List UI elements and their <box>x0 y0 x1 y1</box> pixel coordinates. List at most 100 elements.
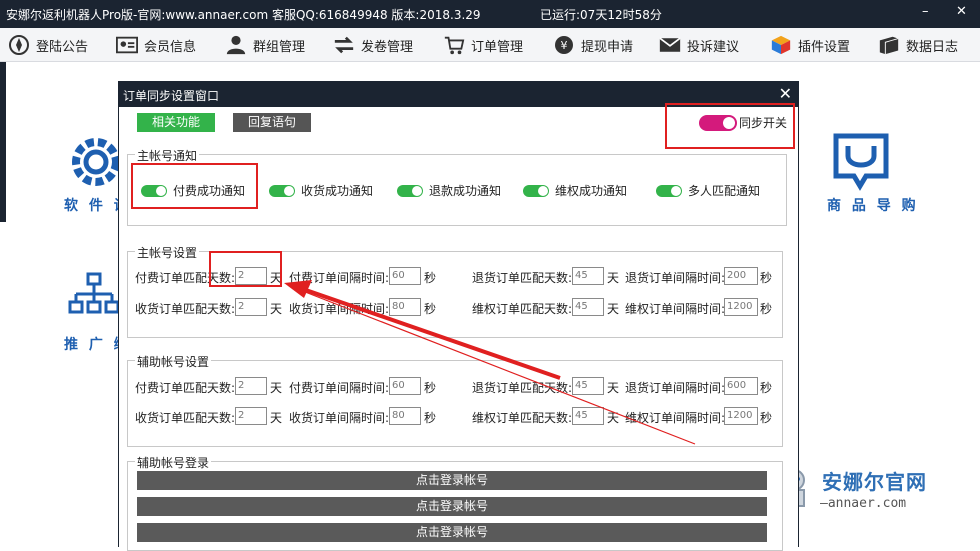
main-return-interval-label: 退货订单间隔时间: <box>625 271 726 285</box>
notify-rights-toggle[interactable] <box>523 184 549 197</box>
menu-label: 发卷管理 <box>361 39 414 55</box>
menu-label: 群组管理 <box>253 39 306 55</box>
main-rights-days-label: 维权订单匹配天数: <box>472 302 573 316</box>
unit-second: 秒 <box>424 302 437 316</box>
main-received-interval-label: 收货订单间隔时间: <box>289 302 390 316</box>
menu-withdraw[interactable]: ¥ 提现申请 <box>553 28 633 62</box>
main-rights-interval-input[interactable]: 1200 <box>724 298 758 316</box>
unit-day: 天 <box>607 411 620 425</box>
notify-multi-match[interactable]: 多人匹配通知 <box>656 182 760 199</box>
notify-refund-toggle[interactable] <box>397 184 423 197</box>
plugin-cube-icon <box>770 34 792 56</box>
menu-order-manage[interactable]: 订单管理 <box>443 28 523 62</box>
runtime-text: 已运行:07天12时58分 <box>540 8 662 22</box>
menu-member-info[interactable]: 会员信息 <box>116 28 196 62</box>
shopping-guide-label: 商 品 导 购 <box>827 198 919 214</box>
aux-login-button-3[interactable]: 点击登录帐号 <box>137 523 767 542</box>
aux-rights-days-input[interactable]: 45 <box>572 407 604 425</box>
unit-second: 秒 <box>424 381 437 395</box>
settings-gear-icon[interactable] <box>66 132 126 195</box>
dialog-title: 订单同步设置窗口 <box>123 89 220 103</box>
aux-return-days-input[interactable]: 45 <box>572 377 604 395</box>
menu-complaint[interactable]: 投诉建议 <box>659 28 739 62</box>
aux-return-interval-input[interactable]: 600 <box>724 377 758 395</box>
login-notice-icon <box>8 34 30 56</box>
app-title: 安娜尔返利机器人Pro版-官网:www.annaer.com 客服QQ:6168… <box>6 8 481 22</box>
notify-refund-success[interactable]: 退款成功通知 <box>397 182 501 199</box>
notify-label: 多人匹配通知 <box>688 184 761 198</box>
minimize-button[interactable]: – <box>922 4 929 19</box>
main-rights-days-input[interactable]: 45 <box>572 298 604 316</box>
unit-second: 秒 <box>424 271 437 285</box>
notify-received-toggle[interactable] <box>269 184 295 197</box>
dialog-close-button[interactable]: ✕ <box>779 84 792 103</box>
svg-text:¥: ¥ <box>561 39 568 52</box>
aux-received-days-label: 收货订单匹配天数: <box>135 411 236 425</box>
group-users-icon <box>225 34 247 56</box>
aux-login-button-1[interactable]: 点击登录帐号 <box>137 471 767 490</box>
watermark-url: —annaer.com <box>820 496 907 511</box>
main-settings-legend: 主帐号设置 <box>135 244 200 261</box>
annaer-watermark: 安娜尔官网 —annaer.com <box>770 462 970 522</box>
menu-login-notice[interactable]: 登陆公告 <box>8 28 88 62</box>
aux-login-legend: 辅助帐号登录 <box>135 454 212 471</box>
unit-day: 天 <box>270 381 283 395</box>
unit-day: 天 <box>270 411 283 425</box>
main-received-interval-input[interactable]: 80 <box>389 298 421 316</box>
notify-label: 收货成功通知 <box>301 184 374 198</box>
aux-rights-interval-label: 维权订单间隔时间: <box>625 411 726 425</box>
mail-icon <box>659 34 681 56</box>
main-return-interval-input[interactable]: 200 <box>724 267 758 285</box>
cart-icon <box>443 34 465 56</box>
tab-reply-statements[interactable]: 回复语句 <box>233 113 311 132</box>
menu-label: 订单管理 <box>471 39 524 55</box>
main-paid-interval-input[interactable]: 60 <box>389 267 421 285</box>
database-icon <box>878 34 900 56</box>
unit-second: 秒 <box>424 411 437 425</box>
menu-data-log[interactable]: 数据日志 <box>878 28 958 62</box>
unit-day: 天 <box>607 381 620 395</box>
menu-plugin-settings[interactable]: 插件设置 <box>770 28 850 62</box>
promo-bind-icon[interactable] <box>68 272 120 325</box>
watermark-name: 安娜尔官网 <box>822 470 927 494</box>
aux-paid-days-input[interactable]: 2 <box>235 377 267 395</box>
menu-group-manage[interactable]: 群组管理 <box>225 28 305 62</box>
order-sync-dialog: 订单同步设置窗口 ✕ 相关功能 回复语句 同步开关 主帐号通知 付费成功通知 收… <box>118 81 799 551</box>
unit-day: 天 <box>607 302 620 316</box>
main-notify-legend: 主帐号通知 <box>135 147 200 164</box>
tab-related-functions[interactable]: 相关功能 <box>137 113 215 132</box>
main-received-days-input[interactable]: 2 <box>235 298 267 316</box>
aux-return-days-label: 退货订单匹配天数: <box>472 381 573 395</box>
main-menubar: 登陆公告 会员信息 群组管理 发卷管理 订单管理 ¥ 提现申请 投诉建议 插件设… <box>0 28 980 62</box>
main-received-days-label: 收货订单匹配天数: <box>135 302 236 316</box>
main-rights-interval-label: 维权订单间隔时间: <box>625 302 726 316</box>
member-card-icon <box>116 34 138 56</box>
menu-label: 会员信息 <box>144 39 197 55</box>
notify-multi-toggle[interactable] <box>656 184 682 197</box>
unit-second: 秒 <box>760 411 773 425</box>
notify-label: 维权成功通知 <box>555 184 628 198</box>
notify-received-success[interactable]: 收货成功通知 <box>269 182 373 199</box>
dialog-body: 相关功能 回复语句 同步开关 主帐号通知 付费成功通知 收货成功通知 退款成功通… <box>119 103 798 551</box>
app-titlebar: 安娜尔返利机器人Pro版-官网:www.annaer.com 客服QQ:6168… <box>0 0 980 28</box>
menu-label: 数据日志 <box>906 39 959 55</box>
shopping-guide-icon[interactable] <box>830 132 892 195</box>
unit-second: 秒 <box>760 381 773 395</box>
aux-received-interval-input[interactable]: 80 <box>389 407 421 425</box>
sync-highlight-box <box>665 103 795 149</box>
unit-second: 秒 <box>760 271 773 285</box>
main-return-days-input[interactable]: 45 <box>572 267 604 285</box>
aux-rights-interval-input[interactable]: 1200 <box>724 407 758 425</box>
notify-rights-success[interactable]: 维权成功通知 <box>523 182 627 199</box>
app-close-button[interactable]: ✕ <box>956 4 967 19</box>
aux-return-interval-label: 退货订单间隔时间: <box>625 381 726 395</box>
menu-coupon-manage[interactable]: 发卷管理 <box>333 28 413 62</box>
unit-day: 天 <box>270 302 283 316</box>
left-edge-strip <box>0 62 6 222</box>
aux-rights-days-label: 维权订单匹配天数: <box>472 411 573 425</box>
aux-login-button-2[interactable]: 点击登录帐号 <box>137 497 767 516</box>
aux-paid-interval-input[interactable]: 60 <box>389 377 421 395</box>
unit-second: 秒 <box>760 302 773 316</box>
aux-received-days-input[interactable]: 2 <box>235 407 267 425</box>
menu-label: 投诉建议 <box>687 39 740 55</box>
